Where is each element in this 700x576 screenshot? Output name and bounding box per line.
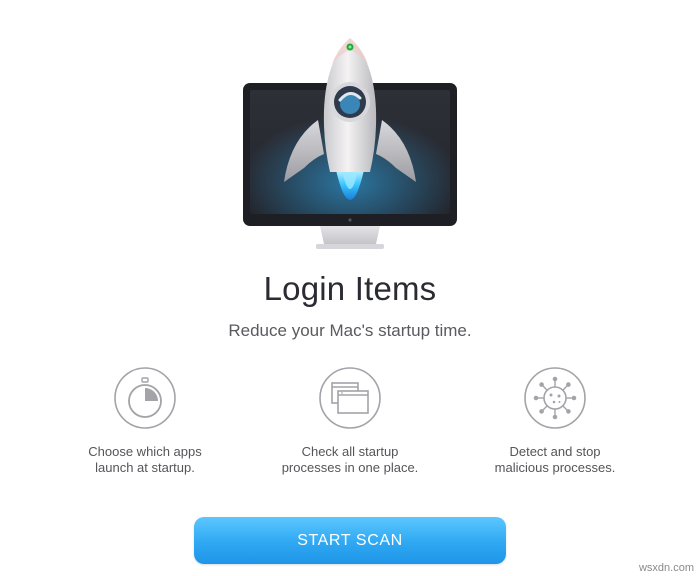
windows-stack-icon xyxy=(318,366,382,430)
start-scan-button[interactable]: START SCAN xyxy=(194,517,506,564)
feature-caption-line: malicious processes. xyxy=(494,460,616,475)
feature-caption: Choose which apps launch at startup. xyxy=(55,444,235,476)
feature-caption-line: Choose which apps xyxy=(88,444,202,459)
feature-caption-line: Detect and stop xyxy=(509,444,601,459)
feature-caption: Check all startup processes in one place… xyxy=(260,444,440,476)
feature-caption-line: launch at startup. xyxy=(95,460,195,475)
rocket-monitor-icon xyxy=(240,30,460,255)
feature-malicious-processes: Detect and stop malicious processes. xyxy=(465,366,645,476)
feature-caption-line: Check all startup xyxy=(301,444,399,459)
login-items-page: Login Items Reduce your Mac's startup ti… xyxy=(0,0,700,576)
page-title: Login Items xyxy=(263,270,437,307)
stopwatch-icon xyxy=(113,366,177,430)
feature-caption: Detect and stop malicious processes. xyxy=(465,444,645,476)
feature-launch-at-startup: Choose which apps launch at startup. xyxy=(55,366,235,476)
virus-icon xyxy=(523,366,587,430)
page-subtitle: Reduce your Mac's startup time. xyxy=(228,321,472,340)
feature-startup-processes: Check all startup processes in one place… xyxy=(260,366,440,476)
feature-caption-line: processes in one place. xyxy=(281,460,419,475)
watermark: wsxdn.com xyxy=(638,562,694,574)
